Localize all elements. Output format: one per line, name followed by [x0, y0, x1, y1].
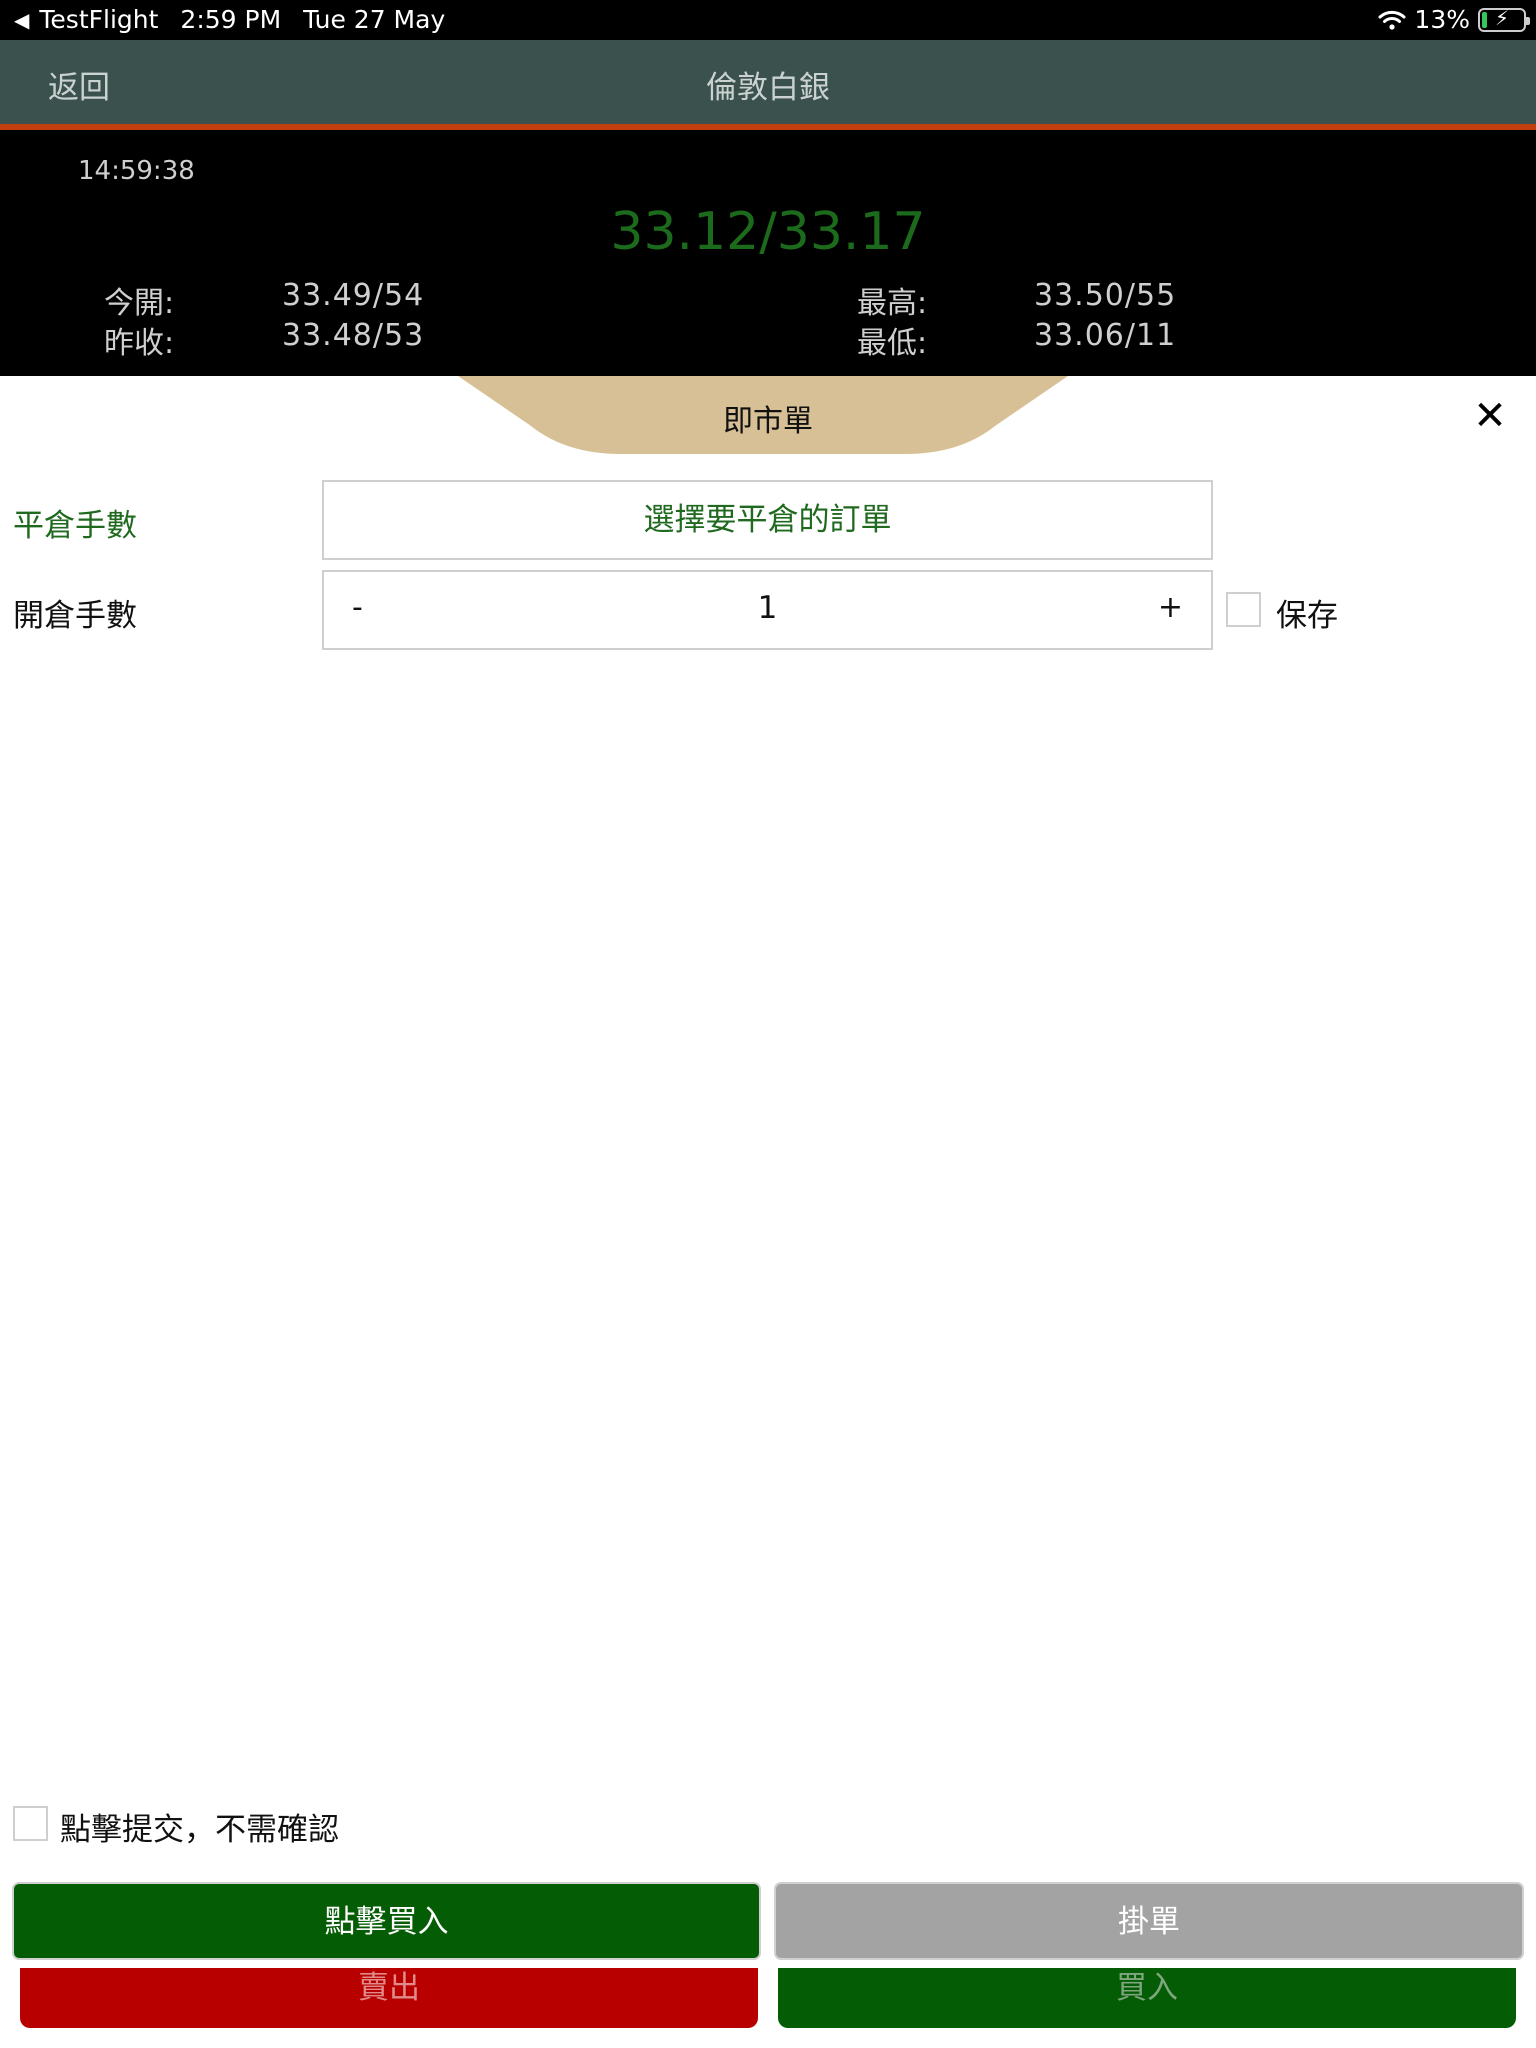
high-value: 33.50/55: [1034, 278, 1177, 313]
sell-button[interactable]: 賣出: [20, 1968, 758, 2028]
buy-button[interactable]: 買入: [778, 1968, 1516, 2028]
close-lots-label: 平倉手數: [13, 508, 137, 544]
status-app-name[interactable]: TestFlight: [39, 5, 158, 34]
quote-row-1: 今開: 33.49/54 最高: 33.50/55: [0, 278, 1536, 321]
no-confirm-checkbox[interactable]: [13, 1806, 48, 1841]
back-to-app-icon[interactable]: ◀: [14, 8, 29, 32]
click-buy-button[interactable]: 點擊買入: [12, 1882, 761, 1960]
status-bar: ◀ TestFlight 2:59 PM Tue 27 May 13% ⚡: [0, 0, 1536, 40]
no-confirm-label[interactable]: 點擊提交，不需確認: [60, 1804, 339, 1849]
order-type-label[interactable]: 即市單: [0, 396, 1536, 440]
charging-bolt-icon: ⚡: [1494, 5, 1510, 30]
save-checkbox[interactable]: [1226, 592, 1261, 627]
status-date: Tue 27 May: [303, 5, 446, 34]
quote-panel: 14:59:38 33.12/33.17 今開: 33.49/54 最高: 33…: [0, 130, 1536, 376]
battery-percent: 13%: [1414, 5, 1470, 34]
prev-close-value: 33.48/53: [282, 318, 425, 353]
increment-button[interactable]: +: [1158, 590, 1183, 625]
nav-bar: 倫敦白銀 返回: [0, 40, 1536, 124]
status-left: ◀ TestFlight 2:59 PM Tue 27 May: [14, 5, 445, 34]
low-label: 最低:: [857, 326, 928, 361]
open-value: 33.49/54: [282, 278, 425, 313]
status-time: 2:59 PM: [180, 5, 282, 34]
status-right: 13% ⚡: [1378, 5, 1530, 34]
high-label: 最高:: [857, 286, 928, 321]
low-value: 33.06/11: [1034, 318, 1177, 353]
battery-icon: ⚡: [1478, 5, 1530, 32]
close-order-select[interactable]: 選擇要平倉的訂單: [322, 480, 1213, 560]
quote-time: 14:59:38: [78, 156, 195, 186]
quote-row-2: 昨收: 33.48/53 最低: 33.06/11: [0, 318, 1536, 361]
open-label: 今開:: [104, 286, 175, 321]
open-lots-label: 開倉手數: [13, 598, 137, 634]
quantity-value[interactable]: 1: [324, 590, 1211, 626]
save-label[interactable]: 保存: [1276, 590, 1338, 635]
page-title: 倫敦白銀: [706, 70, 830, 106]
pending-order-button[interactable]: 掛單: [774, 1882, 1524, 1960]
prev-close-label: 昨收:: [104, 326, 175, 361]
decrement-button[interactable]: -: [352, 590, 363, 625]
back-button[interactable]: 返回: [48, 62, 110, 107]
quantity-stepper: 1 - +: [322, 570, 1213, 650]
wifi-icon: [1378, 10, 1406, 30]
bid-ask-price: 33.12/33.17: [610, 202, 926, 262]
close-icon[interactable]: ✕: [1470, 396, 1510, 436]
